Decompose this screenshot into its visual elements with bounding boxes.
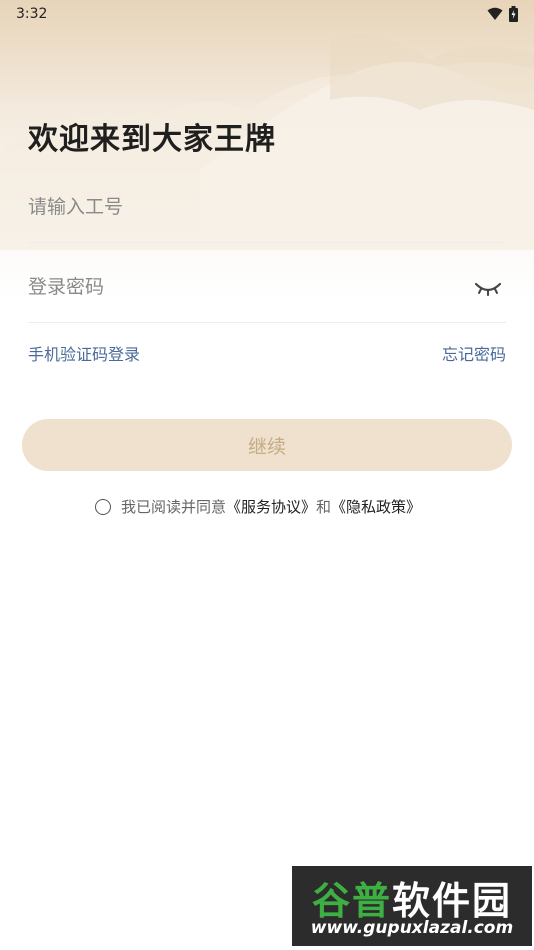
agreement-row: 我已阅读并同意《服务协议》和《隐私政策》 xyxy=(95,496,421,517)
employee-id-field xyxy=(28,170,506,243)
privacy-policy-link[interactable]: 《隐私政策》 xyxy=(331,498,421,516)
status-time: 3:32 xyxy=(16,6,48,22)
page-title: 欢迎来到大家王牌 xyxy=(28,122,276,157)
watermark-brand-part1: 谷普 xyxy=(311,879,392,923)
wifi-icon xyxy=(487,7,503,20)
agreement-conjunction: 和 xyxy=(316,498,332,516)
agreement-checkbox[interactable] xyxy=(95,498,111,515)
password-input[interactable] xyxy=(28,270,448,304)
watermark-url: www.gupuxlazal.com xyxy=(310,918,514,938)
continue-button[interactable]: 继续 xyxy=(22,419,512,471)
password-field xyxy=(28,250,506,323)
agreement-prefix: 我已阅读并同意 xyxy=(121,498,227,516)
forgot-password-link[interactable]: 忘记密码 xyxy=(442,341,506,365)
watermark-logo: 谷普软件园 www.gupuxlazal.com xyxy=(292,866,532,946)
battery-charging-icon xyxy=(509,6,518,22)
status-bar: 3:32 xyxy=(0,0,534,28)
sms-login-link[interactable]: 手机验证码登录 xyxy=(28,341,140,365)
service-terms-link[interactable]: 《服务协议》 xyxy=(226,498,316,516)
employee-id-input[interactable] xyxy=(28,190,448,224)
eye-closed-icon[interactable] xyxy=(474,280,502,298)
watermark-brand-part2: 软件园 xyxy=(392,879,513,923)
